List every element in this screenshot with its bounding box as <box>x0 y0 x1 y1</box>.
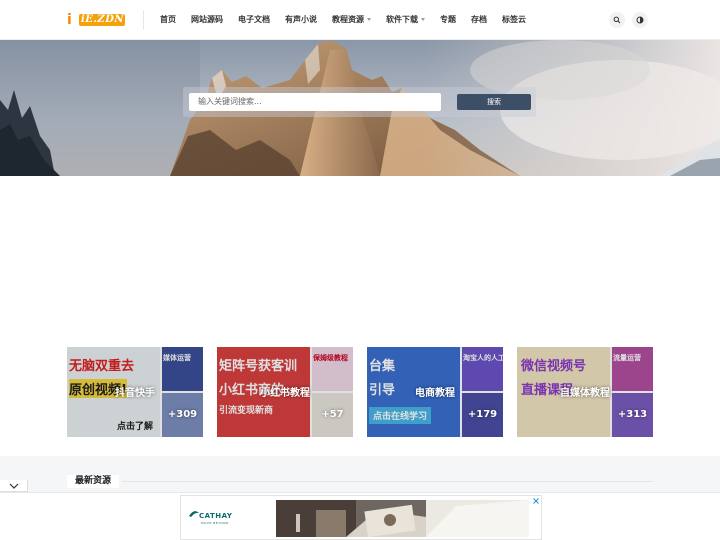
ad-brand-sub: MOVE BEYOND <box>201 521 229 525</box>
nav-item-label: 教程资源 <box>332 15 364 24</box>
main-nav: 首页 网站源码 电子文档 有声小说 教程资源 软件下载 专题 存档 标签云 <box>160 0 541 40</box>
chevron-down-icon <box>421 18 425 21</box>
ad-close-icon[interactable] <box>532 497 540 505</box>
card-title: 电商教程 <box>415 388 455 399</box>
ad-brand: CATHAY <box>199 512 233 520</box>
chevron-down-icon <box>9 483 19 489</box>
card-count: +313 <box>617 409 648 420</box>
nav-item-label: 软件下载 <box>386 15 418 24</box>
advertisement[interactable]: CATHAY MOVE BEYOND <box>180 495 542 540</box>
nav-item[interactable]: 电子文档 <box>238 0 270 40</box>
search-submit-button[interactable]: 搜索 <box>457 94 531 110</box>
section-divider <box>122 481 653 482</box>
nav-item-label: 标签云 <box>502 15 526 24</box>
chevron-down-icon <box>367 18 371 21</box>
nav-item[interactable]: 有声小说 <box>285 0 317 40</box>
nav-item-label: 网站源码 <box>191 15 223 24</box>
search-bar: 输入关键词搜索... 搜索 <box>183 87 536 117</box>
cathay-logo-icon <box>189 511 199 517</box>
category-card[interactable]: 台集 引导 点击在线学习 淘宝人的人工 电商教程 +179 <box>367 347 503 437</box>
card-count: +309 <box>167 409 198 420</box>
nav-item[interactable]: 专题 <box>440 0 456 40</box>
nav-item[interactable]: 教程资源 <box>332 0 371 40</box>
nav-item[interactable]: 软件下载 <box>386 0 425 40</box>
logo-text: iE.ZDN <box>81 14 125 25</box>
search-button[interactable] <box>609 12 625 28</box>
card-title: 自媒体教程 <box>560 388 610 399</box>
search-icon <box>613 16 621 24</box>
site-logo[interactable]: i iE.ZDN <box>67 12 127 28</box>
ad-image <box>276 500 529 537</box>
category-card[interactable]: 矩阵号获客训 小红书商的 引流变现新商 保姆级教程 小红书教程 +57 <box>217 347 353 437</box>
nav-item-label: 首页 <box>160 15 176 24</box>
nav-item[interactable]: 网站源码 <box>191 0 223 40</box>
card-title: 抖音快手 <box>115 388 155 399</box>
card-count: +179 <box>467 409 498 420</box>
latest-resources-heading: 最新资源 <box>67 475 120 488</box>
nav-item-label: 有声小说 <box>285 15 317 24</box>
nav-item[interactable]: 标签云 <box>502 0 526 40</box>
search-input[interactable]: 输入关键词搜索... <box>189 93 441 111</box>
header-divider <box>143 10 144 30</box>
logo-letter: i <box>67 12 72 28</box>
category-card[interactable]: 无脑双重去 原创视频! 点击了解 媒体运营 抖音快手 +309 <box>67 347 203 437</box>
nav-item[interactable]: 首页 <box>160 0 176 40</box>
nav-item[interactable]: 存档 <box>471 0 487 40</box>
site-header: i iE.ZDN 首页 网站源码 电子文档 有声小说 教程资源 软件下载 专题 存档 标签云 <box>0 0 720 40</box>
hero-banner: 输入关键词搜索... 搜索 <box>0 40 720 176</box>
nav-item-label: 专题 <box>440 15 456 24</box>
nav-item-label: 电子文档 <box>238 15 270 24</box>
nav-item-label: 存档 <box>471 15 487 24</box>
card-count: +57 <box>321 409 344 420</box>
dark-mode-toggle[interactable] <box>632 12 648 28</box>
card-title: 小红书教程 <box>260 388 310 399</box>
category-card[interactable]: 微信视频号 直播课程 流量运营 自媒体教程 +313 <box>517 347 653 437</box>
dark-mode-icon <box>636 16 644 24</box>
collapse-toggle[interactable] <box>0 480 28 492</box>
